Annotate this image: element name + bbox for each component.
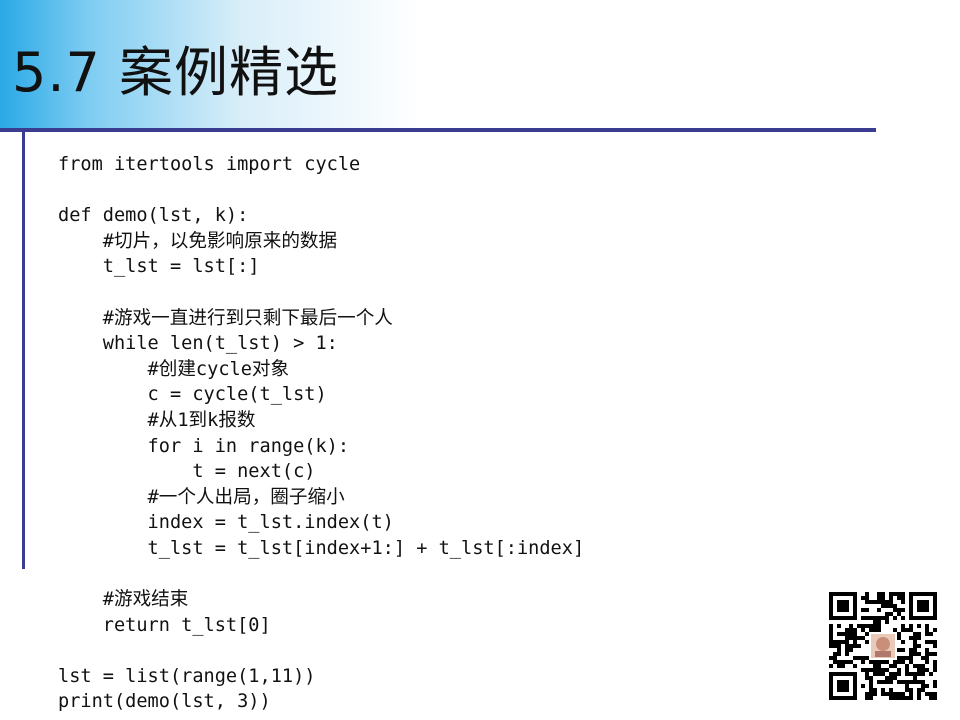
code-line: #创建cycle对象 bbox=[58, 358, 290, 380]
code-line: from itertools import cycle bbox=[58, 154, 361, 175]
code-line: for i in range(k): bbox=[58, 435, 350, 457]
code-line: return t_lst[0] bbox=[58, 614, 271, 636]
code-line: #从1到k报数 bbox=[58, 409, 256, 431]
code-line: #一个人出局，圈子缩小 bbox=[58, 486, 345, 508]
code-line: while len(t_lst) > 1: bbox=[58, 333, 338, 355]
code-line: print(demo(lst, 3)) bbox=[58, 691, 271, 713]
code-line: lst = list(range(1,11)) bbox=[58, 665, 316, 687]
code-line: def demo(lst, k): bbox=[58, 205, 249, 227]
code-block: from itertools import cycle def demo(lst,… bbox=[58, 152, 584, 715]
slide-title: 5.7 案例精选 bbox=[12, 41, 340, 104]
code-line: t = next(c) bbox=[58, 461, 316, 483]
header-divider bbox=[0, 128, 876, 132]
code-line: t_lst = lst[:] bbox=[58, 256, 260, 278]
code-line: index = t_lst.index(t) bbox=[58, 512, 394, 534]
code-line: c = cycle(t_lst) bbox=[58, 384, 327, 406]
left-accent-line bbox=[22, 128, 25, 569]
code-line: t_lst = t_lst[index+1:] + t_lst[:index] bbox=[58, 537, 585, 559]
code-line: #切片，以免影响原来的数据 bbox=[58, 230, 338, 252]
code-line: #游戏结束 bbox=[58, 589, 189, 611]
qr-code-icon bbox=[829, 592, 937, 700]
code-line: #游戏一直进行到只剩下最后一个人 bbox=[58, 307, 393, 329]
